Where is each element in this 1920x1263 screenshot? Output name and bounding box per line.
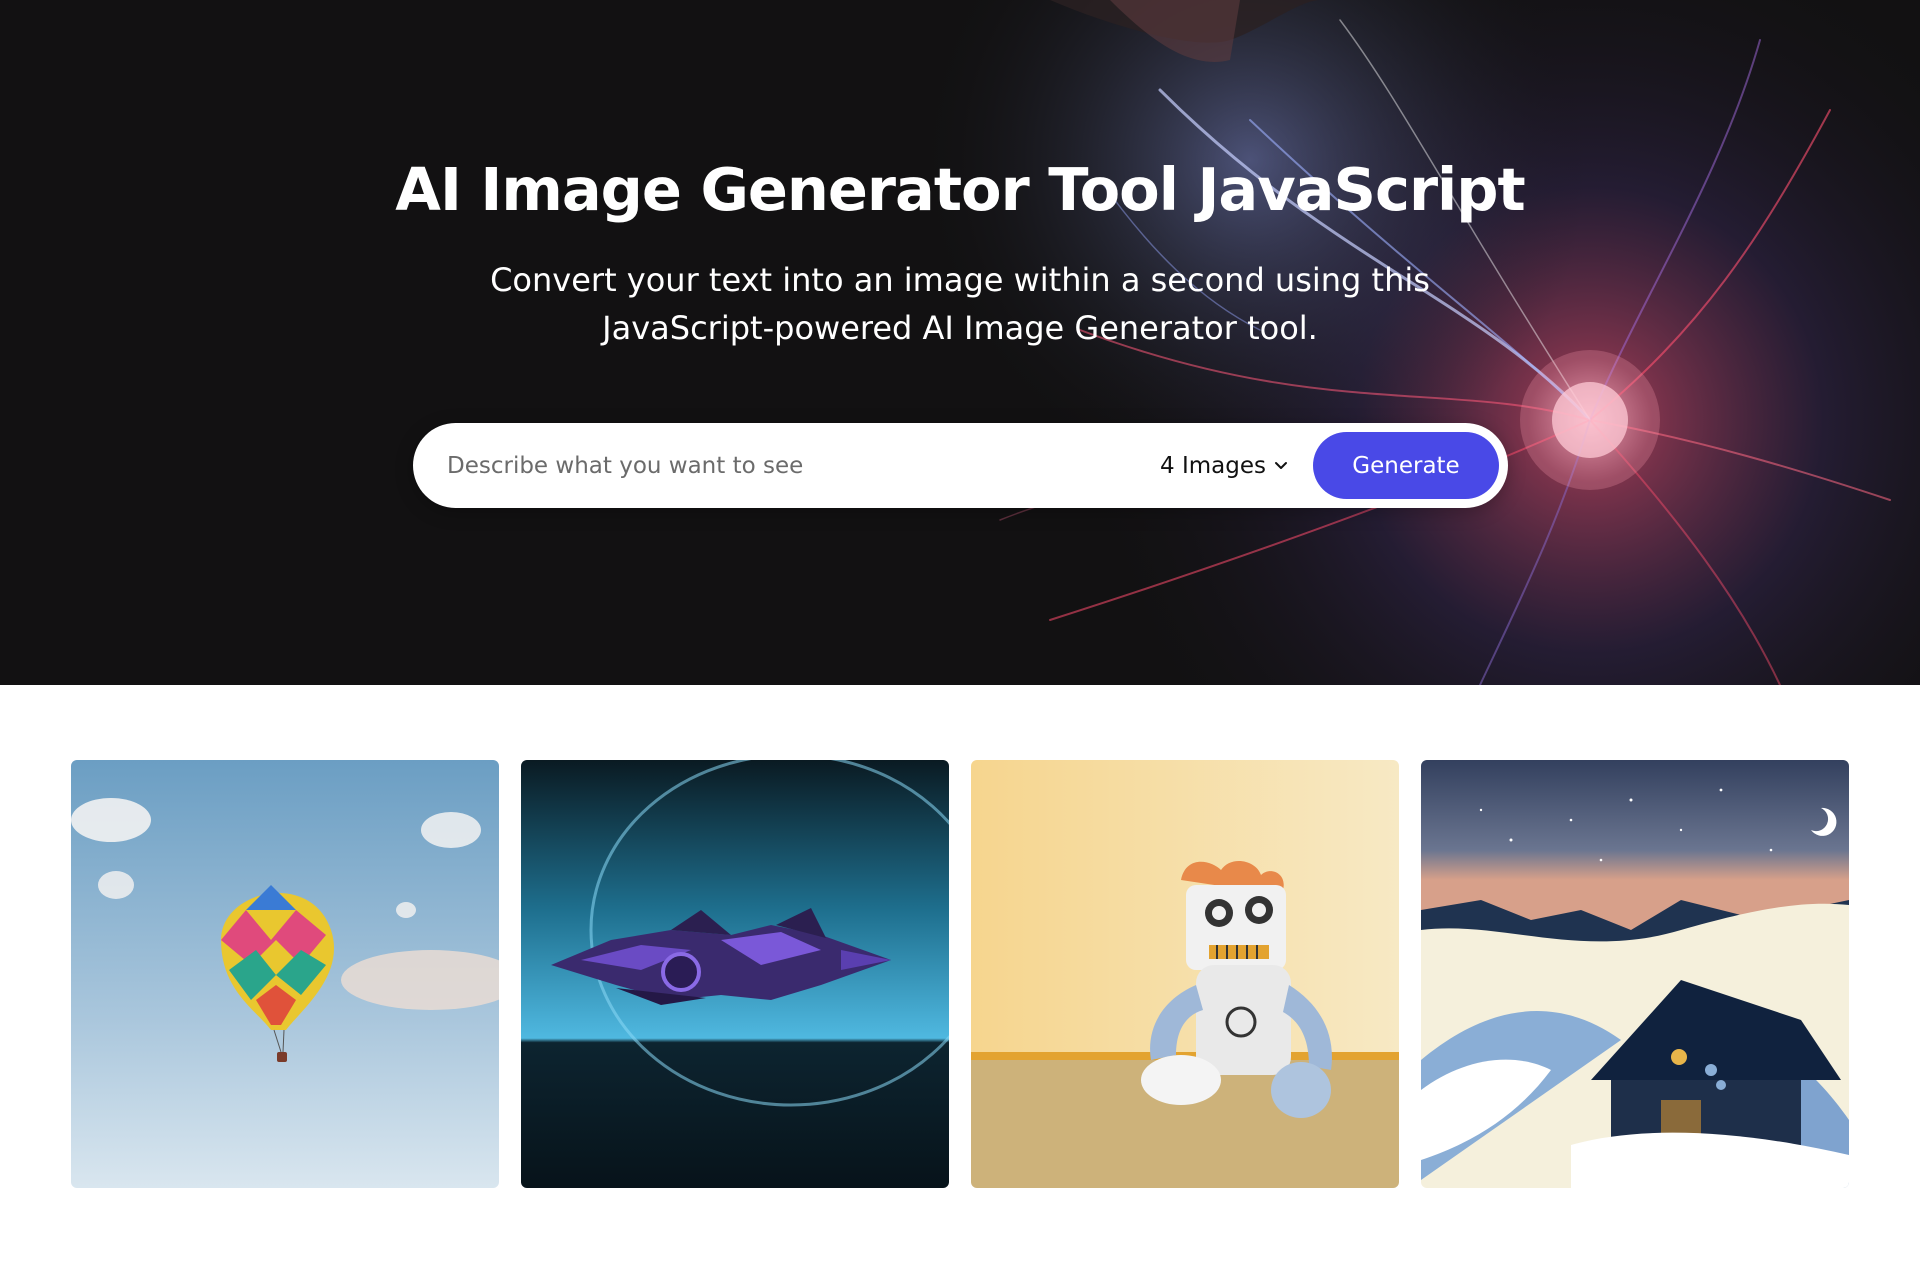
chevron-down-icon xyxy=(1275,461,1287,469)
page-subtitle: Convert your text into an image within a… xyxy=(490,261,1430,347)
robot-plush-image xyxy=(971,760,1399,1188)
gallery-card[interactable] xyxy=(521,760,949,1188)
image-count-select[interactable]: 4 Images xyxy=(1160,423,1288,508)
hero-section: AI Image Generator Tool JavaScript Conve… xyxy=(0,0,1920,685)
generate-button[interactable]: Generate xyxy=(1313,432,1499,499)
prompt-input[interactable] xyxy=(447,445,1087,487)
page-title: AI Image Generator Tool JavaScript xyxy=(395,155,1525,224)
spaceship-image xyxy=(521,760,949,1188)
gallery-card[interactable] xyxy=(71,760,499,1188)
gallery-card[interactable] xyxy=(1421,760,1849,1188)
hot-air-balloon-image xyxy=(71,760,499,1188)
hero-content: AI Image Generator Tool JavaScript Conve… xyxy=(0,0,1920,685)
prompt-form: 4 Images Generate xyxy=(413,423,1508,508)
gallery-card[interactable] xyxy=(971,760,1399,1188)
image-count-label: 4 Images xyxy=(1160,452,1266,479)
image-gallery xyxy=(71,760,1849,1188)
snowy-cabin-image xyxy=(1421,760,1849,1188)
